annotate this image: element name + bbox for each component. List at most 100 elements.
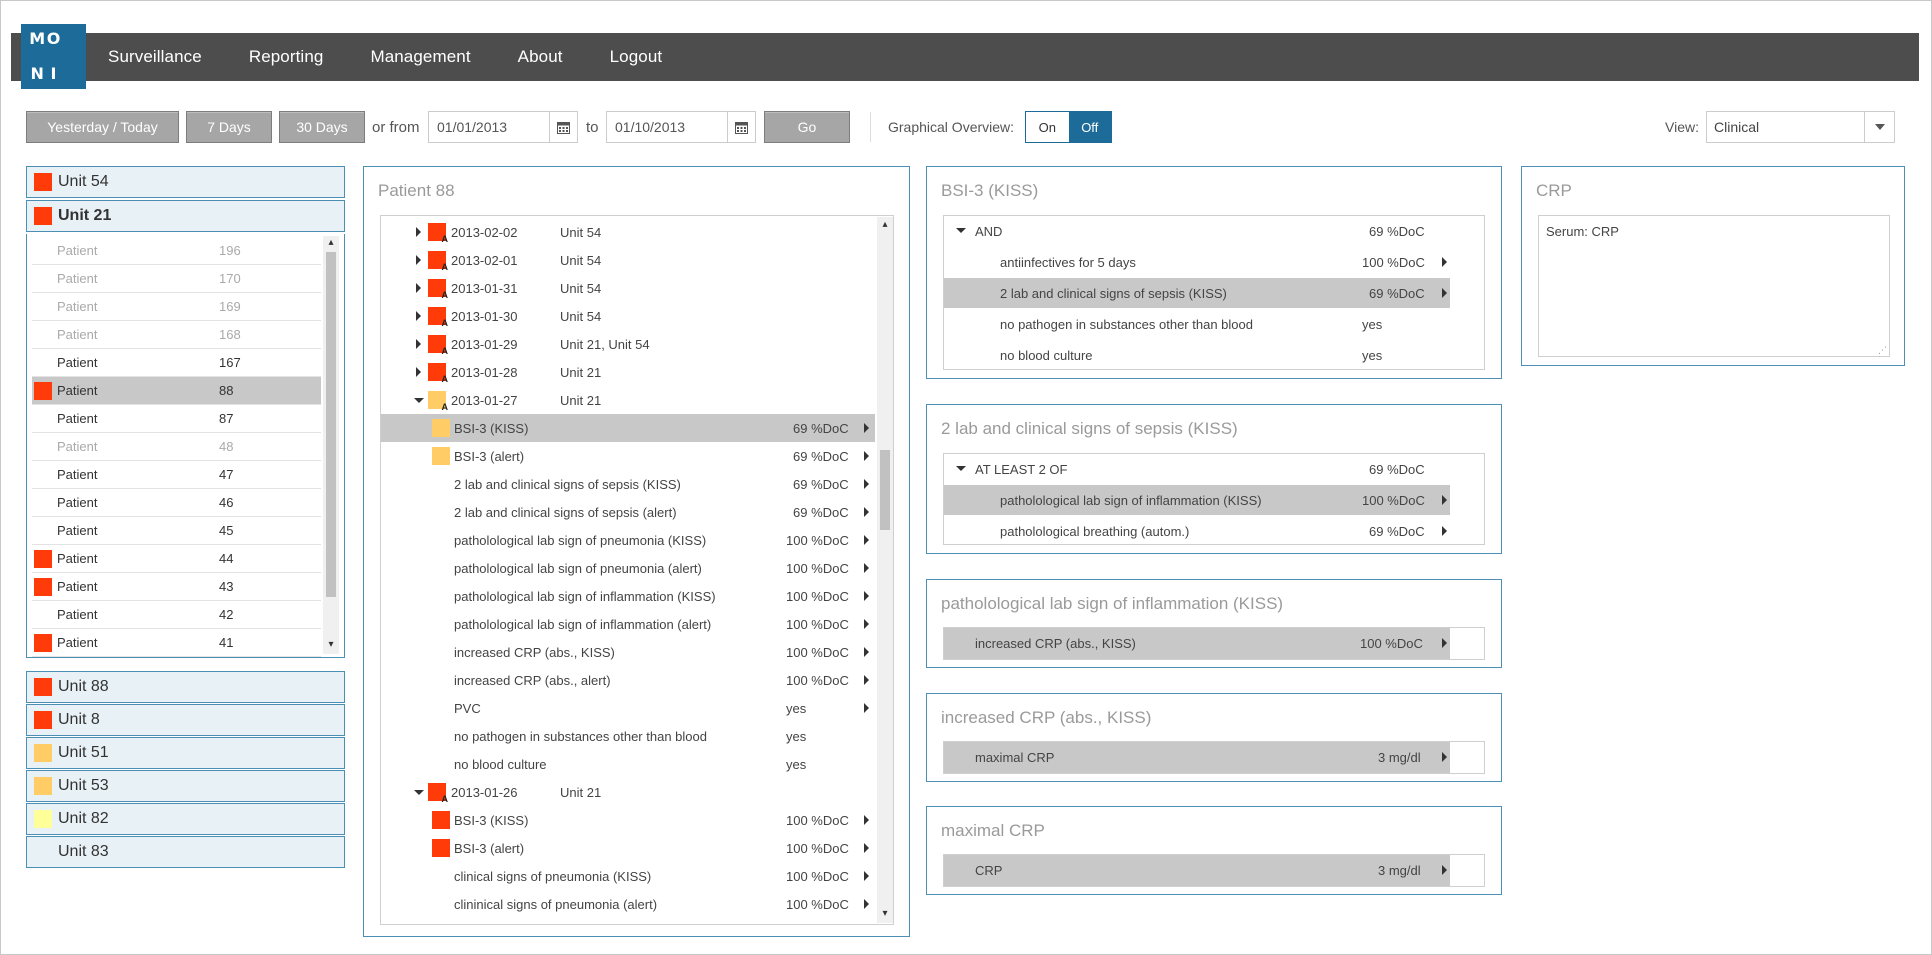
nav-logout[interactable]: Logout: [610, 47, 663, 67]
criterion-row[interactable]: clininical signs of pneumonia (alert) 100…: [381, 890, 875, 918]
date-row[interactable]: A 2013-01-29 Unit 21, Unit 54: [381, 330, 875, 358]
patient-row[interactable]: Patient 196: [32, 237, 321, 265]
criterion-row[interactable]: BSI-3 (alert) 69 %DoC: [381, 442, 875, 470]
chevron-right-icon[interactable]: [416, 227, 421, 237]
chevron-right-icon[interactable]: [1442, 526, 1447, 536]
yesterday-today-button[interactable]: Yesterday / Today: [26, 111, 179, 143]
chevron-right-icon[interactable]: [864, 675, 869, 685]
scrollbar-thumb[interactable]: [880, 450, 890, 530]
chevron-right-icon[interactable]: [864, 591, 869, 601]
resize-grip-icon[interactable]: ⋰: [1878, 345, 1887, 356]
chevron-right-icon[interactable]: [416, 283, 421, 293]
chevron-right-icon[interactable]: [864, 535, 869, 545]
criterion-row[interactable]: increased CRP (abs., KISS) 100 %DoC: [381, 638, 875, 666]
criterion-row[interactable]: patholological lab sign of pneumonia (KI…: [381, 526, 875, 554]
date-row[interactable]: A 2013-01-31 Unit 54: [381, 274, 875, 302]
chevron-down-icon[interactable]: [956, 466, 966, 471]
chevron-right-icon[interactable]: [864, 647, 869, 657]
nav-about[interactable]: About: [518, 47, 563, 67]
chevron-right-icon[interactable]: [1442, 865, 1447, 875]
scroll-down-icon[interactable]: ▾: [880, 909, 890, 919]
chevron-right-icon[interactable]: [864, 563, 869, 573]
30-days-button[interactable]: 30 Days: [279, 111, 365, 143]
chevron-right-icon[interactable]: [864, 479, 869, 489]
chevron-right-icon[interactable]: [864, 871, 869, 881]
patient-row[interactable]: Patient 48: [32, 433, 321, 461]
patient-row[interactable]: Patient 167: [32, 349, 321, 377]
calendar-icon[interactable]: [549, 112, 577, 142]
timeline-scrollbar[interactable]: ▴ ▾: [877, 217, 893, 923]
unit-item[interactable]: Unit 82: [26, 803, 345, 835]
chevron-right-icon[interactable]: [864, 451, 869, 461]
chevron-down-icon[interactable]: [956, 228, 966, 233]
criterion-row[interactable]: BSI-3 (alert) 100 %DoC: [381, 834, 875, 862]
chevron-right-icon[interactable]: [864, 423, 869, 433]
calendar-icon[interactable]: [727, 112, 755, 142]
logic-criterion-row[interactable]: patholological breathing (autom.) 69 %DoC: [944, 516, 1450, 546]
patient-row[interactable]: Patient 170: [32, 265, 321, 293]
unit-item[interactable]: Unit 54: [26, 166, 345, 198]
from-date-field[interactable]: 01/01/2013: [428, 111, 578, 143]
date-row[interactable]: A 2013-01-30 Unit 54: [381, 302, 875, 330]
date-row[interactable]: A 2013-01-26 Unit 21: [381, 778, 875, 806]
toggle-on[interactable]: On: [1026, 112, 1069, 142]
chevron-right-icon[interactable]: [416, 367, 421, 377]
go-button[interactable]: Go: [764, 111, 850, 143]
patient-row[interactable]: Patient 168: [32, 321, 321, 349]
crp-increase-row[interactable]: maximal CRP 3 mg/dl: [944, 742, 1450, 773]
chevron-down-icon[interactable]: [1864, 112, 1894, 142]
chevron-down-icon[interactable]: [414, 790, 424, 795]
nav-surveillance[interactable]: Surveillance: [108, 47, 202, 67]
criterion-row[interactable]: 2 lab and clinical signs of sepsis (KISS…: [381, 470, 875, 498]
patient-row[interactable]: Patient 88: [32, 377, 321, 405]
date-row[interactable]: A 2013-02-02 Unit 54: [381, 218, 875, 246]
scroll-up-icon[interactable]: ▴: [880, 220, 890, 230]
scrollbar-thumb[interactable]: [326, 252, 336, 597]
chevron-right-icon[interactable]: [416, 339, 421, 349]
criterion-row[interactable]: BSI-3 (KISS) 100 %DoC: [381, 806, 875, 834]
chevron-right-icon[interactable]: [864, 703, 869, 713]
unit-item[interactable]: Unit 53: [26, 770, 345, 802]
logic-operator-row[interactable]: AND 69 %DoC: [944, 216, 1450, 246]
view-select[interactable]: Clinical: [1706, 111, 1895, 143]
logic-operator-row[interactable]: AT LEAST 2 OF 69 %DoC: [944, 454, 1450, 484]
date-row[interactable]: A 2013-02-01 Unit 54: [381, 246, 875, 274]
logic-criterion-row[interactable]: no pathogen in substances other than blo…: [944, 309, 1450, 339]
patient-row[interactable]: Patient 87: [32, 405, 321, 433]
criterion-row[interactable]: 2 lab and clinical signs of sepsis (aler…: [381, 498, 875, 526]
nav-reporting[interactable]: Reporting: [249, 47, 324, 67]
patient-list-scrollbar[interactable]: ▴ ▾: [323, 236, 339, 654]
logic-criterion-row[interactable]: 2 lab and clinical signs of sepsis (KISS…: [944, 278, 1450, 308]
chevron-right-icon[interactable]: [416, 311, 421, 321]
criterion-row[interactable]: clinical signs of pneumonia (KISS) 100 %D…: [381, 862, 875, 890]
unit-item[interactable]: Unit 88: [26, 671, 345, 703]
chevron-right-icon[interactable]: [1442, 288, 1447, 298]
chevron-right-icon[interactable]: [864, 619, 869, 629]
patient-row[interactable]: Patient 43: [32, 573, 321, 601]
criterion-row[interactable]: patholological lab sign of inflammation …: [381, 610, 875, 638]
max-crp-row[interactable]: CRP 3 mg/dl: [944, 855, 1450, 886]
graphical-overview-toggle[interactable]: On Off: [1025, 111, 1112, 143]
chevron-right-icon[interactable]: [416, 255, 421, 265]
patient-row[interactable]: Patient 46: [32, 489, 321, 517]
chevron-right-icon[interactable]: [1442, 257, 1447, 267]
patient-row[interactable]: Patient 45: [32, 517, 321, 545]
nav-management[interactable]: Management: [370, 47, 470, 67]
criterion-row[interactable]: BSI-3 (KISS) 69 %DoC: [381, 414, 875, 442]
crp-textarea[interactable]: Serum: CRP ⋰: [1538, 215, 1890, 357]
patient-row[interactable]: Patient 47: [32, 461, 321, 489]
chevron-right-icon[interactable]: [864, 843, 869, 853]
logic-criterion-row[interactable]: no blood culture yes: [944, 340, 1450, 370]
criterion-row[interactable]: PVC yes: [381, 694, 875, 722]
criterion-row[interactable]: patholological lab sign of pneumonia (al…: [381, 554, 875, 582]
scroll-up-icon[interactable]: ▴: [326, 238, 336, 248]
date-row[interactable]: A 2013-01-27 Unit 21: [381, 386, 875, 414]
patient-row[interactable]: Patient 169: [32, 293, 321, 321]
criterion-row[interactable]: increased CRP (abs., alert) 100 %DoC: [381, 666, 875, 694]
moni-logo[interactable]: MONI: [21, 24, 86, 89]
unit-item[interactable]: Unit 21: [26, 200, 345, 232]
chevron-right-icon[interactable]: [864, 899, 869, 909]
patient-row[interactable]: Patient 42: [32, 601, 321, 629]
unit-item[interactable]: Unit 51: [26, 737, 345, 769]
chevron-right-icon[interactable]: [864, 507, 869, 517]
